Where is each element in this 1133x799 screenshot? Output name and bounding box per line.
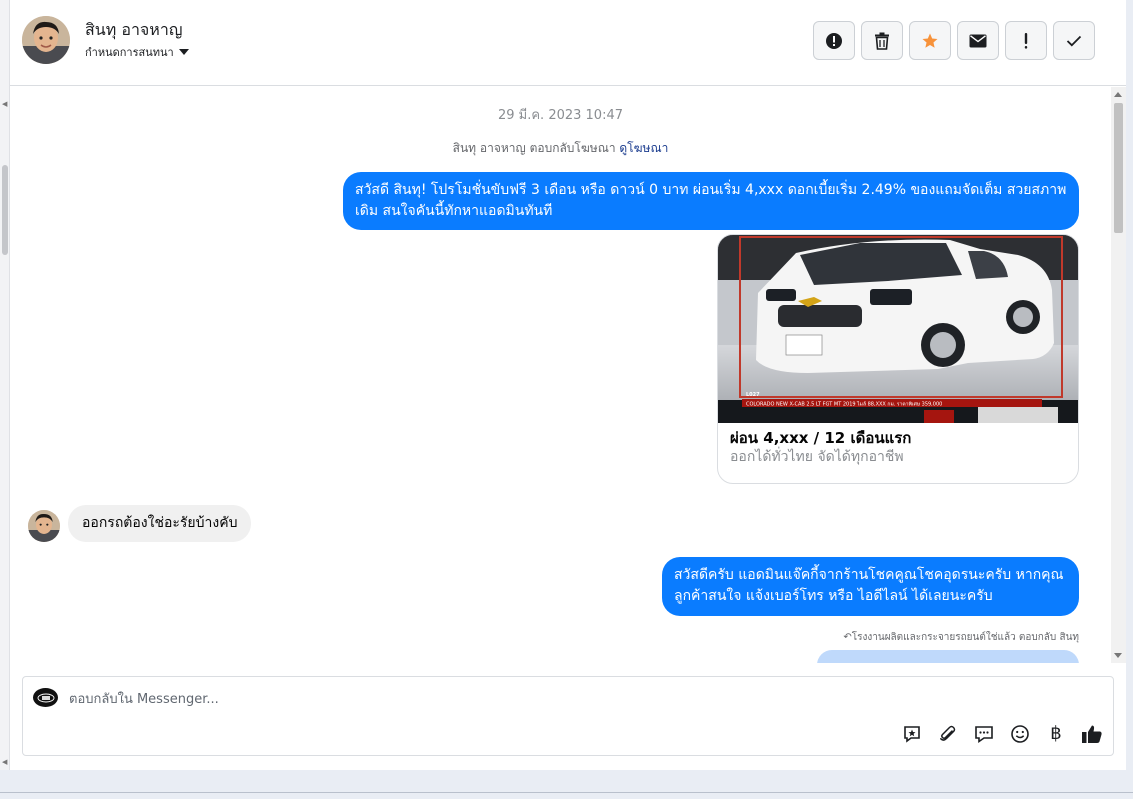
reply-input[interactable]: [69, 687, 869, 711]
assign-label: กำหนดการสนทนา: [85, 46, 174, 59]
emoji-icon: [1011, 725, 1029, 743]
chevron-down-icon: [178, 49, 189, 55]
message-text: ออกรถต้องใช่อะรัยบ้างคับ: [82, 515, 238, 531]
follow-up-button[interactable]: [1005, 21, 1047, 60]
assign-conversation-dropdown[interactable]: กำหนดการสนทนา: [85, 43, 189, 61]
avatar[interactable]: [22, 16, 70, 64]
reply-arrow-icon: ↶: [843, 632, 852, 643]
ad-card-image-caption: COLORADO NEW X-CAB 2.5 LT FGT MT 2019 ไม…: [746, 401, 942, 408]
saved-reply-icon: [904, 726, 920, 743]
ad-card-image-code: L027: [746, 392, 760, 398]
scroll-down-icon[interactable]: [1114, 653, 1122, 658]
ad-reply-note-text: สินทุ อาจหาญ ตอบกลับโฆษณา: [452, 141, 616, 155]
message-thread[interactable]: 29 มี.ค. 2023 10:47 สินทุ อาจหาญ ตอบกลับ…: [10, 87, 1111, 663]
envelope-icon: [969, 34, 987, 47]
scroll-left-icon-bottom[interactable]: ◀: [2, 758, 7, 766]
check-icon: [1066, 35, 1082, 46]
like-button[interactable]: [1081, 723, 1103, 745]
divider: [0, 792, 1133, 793]
outgoing-message-bubble-partial[interactable]: [817, 650, 1079, 663]
left-scrollbar-thumb[interactable]: [2, 165, 8, 255]
chat-icon: [975, 726, 993, 744]
scroll-left-icon[interactable]: ◀: [2, 100, 7, 108]
attachment-icon: [940, 725, 956, 741]
window-bottom-bar: [0, 770, 1133, 799]
thread-scrollbar[interactable]: [1111, 87, 1126, 663]
conversation-panel: สินทุ อาจหาญ กำหนดการสนทนา 29 มี.ค. 2023…: [10, 0, 1126, 770]
action-buttons: [813, 21, 1095, 60]
ad-card-subtitle: ออกได้ทั่วไทย จัดได้ทุกอาชีพ: [730, 449, 904, 465]
conversation-header: สินทุ อาจหาญ กำหนดการสนทนา: [10, 0, 1126, 86]
baht-icon: ฿: [1050, 723, 1062, 744]
payment-button[interactable]: ฿: [1045, 723, 1067, 745]
scroll-up-icon[interactable]: [1114, 92, 1122, 97]
chat-button[interactable]: [973, 723, 995, 745]
app-frame: ◀ ◀ สินทุ อาจหาญ กำหนดการสนทนา 29 มี.ค. …: [0, 0, 1133, 799]
outgoing-message-bubble[interactable]: สวัสดี สินทุ! โปรโมชั่นขับฟรี 3 เดือน หร…: [343, 172, 1079, 230]
attach-button[interactable]: [937, 723, 959, 745]
composer-tools: ฿: [901, 723, 1103, 745]
ad-card-image[interactable]: L027 COLORADO NEW X-CAB 2.5 LT FGT MT 20…: [718, 235, 1078, 423]
star-button[interactable]: [909, 21, 951, 60]
emoji-button[interactable]: [1009, 723, 1031, 745]
incoming-message-bubble[interactable]: ออกรถต้องใช่อะรัยบ้างคับ: [68, 505, 252, 542]
view-ad-link[interactable]: ดูโฆษณา: [619, 141, 668, 155]
message-composer: ฿: [22, 676, 1114, 756]
ad-card[interactable]: L027 COLORADO NEW X-CAB 2.5 LT FGT MT 20…: [717, 234, 1079, 484]
ad-reply-note: สินทุ อาจหาญ ตอบกลับโฆษณา ดูโฆษณา: [10, 139, 1111, 158]
saved-reply-button[interactable]: [901, 723, 923, 745]
page-avatar: [33, 688, 58, 707]
sender-avatar: [28, 510, 60, 542]
star-icon: [922, 33, 938, 48]
report-button[interactable]: [813, 21, 855, 60]
message-text: สวัสดี สินทุ! โปรโมชั่นขับฟรี 3 เดือน หร…: [355, 182, 1067, 219]
report-icon: [826, 32, 842, 49]
reply-note-text: โรงงานผลิตและกระจายรถยนต์ใช่แล้ว ตอบกลับ…: [851, 632, 1079, 643]
contact-name: สินทุ อาจหาญ: [85, 20, 183, 39]
thread-scrollbar-thumb[interactable]: [1114, 103, 1123, 233]
message-text: สวัสดีครับ แอดมินแจ๊คกี้จากร้านโชคคูณโชค…: [674, 567, 1064, 604]
mark-unread-button[interactable]: [957, 21, 999, 60]
like-icon: [1082, 725, 1102, 743]
outgoing-message-bubble[interactable]: สวัสดีครับ แอดมินแจ๊คกี้จากร้านโชคคูณโชค…: [662, 557, 1079, 616]
message-timestamp: 29 มี.ค. 2023 10:47: [497, 108, 624, 123]
delete-button[interactable]: [861, 21, 903, 60]
trash-icon: [875, 32, 889, 50]
reply-note: ↶โรงงานผลิตและกระจายรถยนต์ใช่แล้ว ตอบกลั…: [843, 630, 1079, 645]
exclamation-icon: [1024, 32, 1028, 49]
mark-done-button[interactable]: [1053, 21, 1095, 60]
left-scrollbar[interactable]: ◀ ◀: [0, 0, 10, 770]
